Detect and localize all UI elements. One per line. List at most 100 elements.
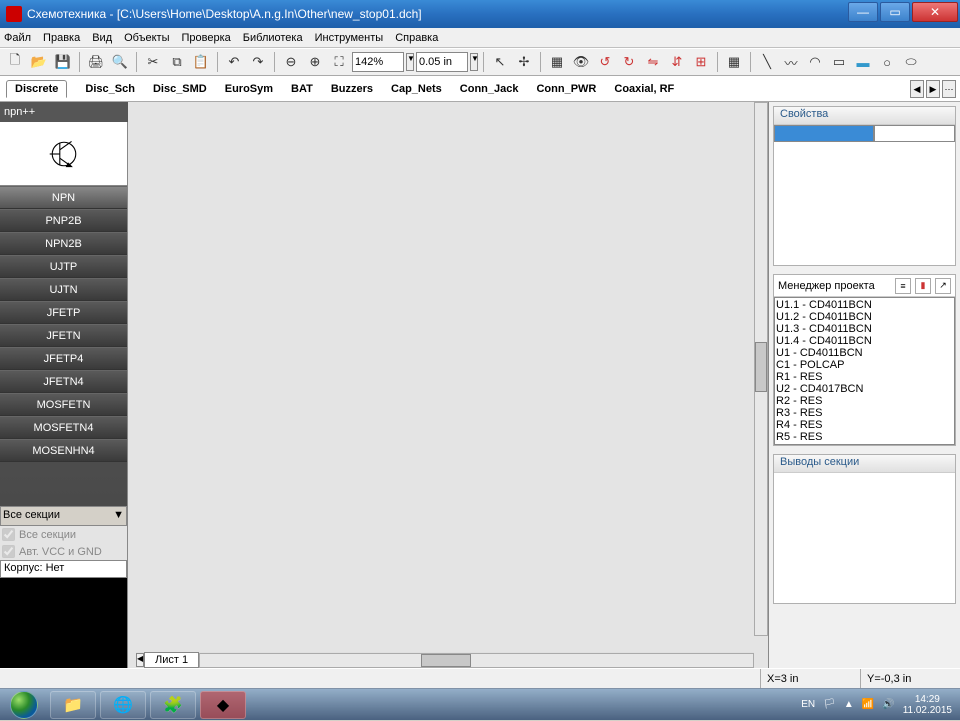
sections-select[interactable]: Все секции ▼ xyxy=(0,506,127,526)
tray-clock[interactable]: 14:2911.02.2015 xyxy=(903,694,952,716)
list-item[interactable]: U1.2 - CD4011BCN xyxy=(776,311,953,323)
tab-connjack[interactable]: Conn_Jack xyxy=(460,83,519,95)
rotate-right-icon[interactable]: ↻ xyxy=(618,51,640,73)
tray-arrow-icon[interactable]: ▲ xyxy=(844,699,854,710)
projmgr-icon-1[interactable]: ≡ xyxy=(895,278,911,294)
list-item[interactable]: UJTP xyxy=(0,255,127,278)
list-item[interactable]: JFETN4 xyxy=(0,370,127,393)
tab-capnets[interactable]: Cap_Nets xyxy=(391,83,442,95)
line-icon[interactable]: ╲ xyxy=(756,51,778,73)
menu-view[interactable]: Вид xyxy=(92,32,112,44)
pan-icon[interactable]: ✢ xyxy=(513,51,535,73)
tab-disc-sch[interactable]: Disc_Sch xyxy=(85,83,135,95)
cut-icon[interactable]: ✂ xyxy=(142,51,164,73)
list-item[interactable]: U2 - CD4017BCN xyxy=(776,383,953,395)
undo-icon[interactable]: ↶ xyxy=(223,51,245,73)
component-icon[interactable]: ▦ xyxy=(723,51,745,73)
ellipse-icon[interactable]: ⬭ xyxy=(900,51,922,73)
tab-discrete[interactable]: Discrete xyxy=(6,80,67,98)
menu-check[interactable]: Проверка xyxy=(182,32,231,44)
tray-volume-icon[interactable]: 🔊 xyxy=(882,699,894,710)
list-item[interactable]: R2 - RES xyxy=(776,395,953,407)
canvas-vscrollbar[interactable] xyxy=(754,102,768,636)
preview-icon[interactable]: 🔍 xyxy=(109,51,131,73)
open-icon[interactable]: 📂 xyxy=(28,51,50,73)
list-item[interactable]: U1.3 - CD4011BCN xyxy=(776,323,953,335)
component-list[interactable]: NPN PNP2B NPN2B UJTP UJTN JFETP JFETN JF… xyxy=(0,186,127,506)
close-button[interactable]: ✕ xyxy=(912,2,958,22)
taskbar-chrome-icon[interactable]: 🌐 xyxy=(100,691,146,719)
list-item[interactable]: MOSENHN4 xyxy=(0,439,127,462)
tabstrip-left-arrow[interactable]: ◀ xyxy=(910,80,924,98)
rotate-left-icon[interactable]: ↺ xyxy=(594,51,616,73)
menu-objects[interactable]: Объекты xyxy=(124,32,169,44)
print-icon[interactable]: 🖨 xyxy=(85,51,107,73)
save-icon[interactable]: 💾 xyxy=(52,51,74,73)
taskbar-app2-icon[interactable]: ◆ xyxy=(200,691,246,719)
zoom-out-icon[interactable]: ⊖ xyxy=(280,51,302,73)
menu-tools[interactable]: Инструменты xyxy=(315,32,384,44)
list-item[interactable]: R4 - RES xyxy=(776,419,953,431)
zoom-in-icon[interactable]: ⊕ xyxy=(304,51,326,73)
menu-file[interactable]: Файл xyxy=(4,32,31,44)
tray-lang[interactable]: EN xyxy=(801,699,815,710)
tray-flag-icon[interactable]: 🏳 xyxy=(823,699,836,710)
minimize-button[interactable]: — xyxy=(848,2,878,22)
paste-icon[interactable]: 📋 xyxy=(190,51,212,73)
chk-all-sections[interactable]: Все секции xyxy=(0,526,127,543)
tabstrip-list[interactable]: ⋯ xyxy=(942,80,956,98)
menu-edit[interactable]: Правка xyxy=(43,32,80,44)
grid-icon[interactable]: ▦ xyxy=(546,51,568,73)
find-icon[interactable]: 👁 xyxy=(570,51,592,73)
prop-value-cell[interactable] xyxy=(874,125,955,142)
grid-combo-arrow[interactable]: ▼ xyxy=(470,53,478,71)
canvas-hscrollbar[interactable] xyxy=(199,653,754,668)
list-item[interactable]: R1 - RES xyxy=(776,371,953,383)
list-item[interactable]: C1 - POLCAP xyxy=(776,359,953,371)
polyline-icon[interactable]: 〰 xyxy=(780,51,802,73)
tab-bat[interactable]: BAT xyxy=(291,83,313,95)
copy-icon[interactable]: ⧉ xyxy=(166,51,188,73)
project-list[interactable]: U1.1 - CD4011BCN U1.2 - CD4011BCN U1.3 -… xyxy=(774,297,955,445)
tab-coaxial[interactable]: Coaxial, RF xyxy=(614,83,674,95)
list-item[interactable]: JFETP4 xyxy=(0,347,127,370)
list-item[interactable]: R3 - RES xyxy=(776,407,953,419)
flip-v-icon[interactable]: ⇵ xyxy=(666,51,688,73)
zoom-combo-arrow[interactable]: ▼ xyxy=(406,53,414,71)
projmgr-icon-2[interactable]: ▮ xyxy=(915,278,931,294)
menu-library[interactable]: Библиотека xyxy=(243,32,303,44)
taskbar-explorer-icon[interactable]: 📁 xyxy=(50,691,96,719)
list-item[interactable]: MOSFETN4 xyxy=(0,416,127,439)
list-item[interactable]: UJTN xyxy=(0,278,127,301)
list-item[interactable]: PNP2B xyxy=(0,209,127,232)
projmgr-icon-3[interactable]: ↗ xyxy=(935,278,951,294)
start-button[interactable] xyxy=(0,689,48,721)
taskbar-app1-icon[interactable]: 🧩 xyxy=(150,691,196,719)
list-item[interactable]: U1.4 - CD4011BCN xyxy=(776,335,953,347)
list-item[interactable]: JFETP xyxy=(0,301,127,324)
tab-eurosym[interactable]: EuroSym xyxy=(225,83,273,95)
align-icon[interactable]: ⊞ xyxy=(690,51,712,73)
tab-connpwr[interactable]: Conn_PWR xyxy=(536,83,596,95)
list-item[interactable]: JFETN xyxy=(0,324,127,347)
chk-auto-vcc-gnd[interactable]: Авт. VCC и GND xyxy=(0,543,127,560)
list-item[interactable]: U1.1 - CD4011BCN xyxy=(776,299,953,311)
menu-help[interactable]: Справка xyxy=(395,32,438,44)
flip-h-icon[interactable]: ⇋ xyxy=(642,51,664,73)
list-item[interactable]: U1 - CD4011BCN xyxy=(776,347,953,359)
maximize-button[interactable]: ▭ xyxy=(880,2,910,22)
list-item[interactable]: NPN xyxy=(0,186,127,209)
list-item[interactable]: R5 - RES xyxy=(776,431,953,443)
tabstrip-right-arrow[interactable]: ▶ xyxy=(926,80,940,98)
list-item[interactable]: NPN2B xyxy=(0,232,127,255)
arc-icon[interactable]: ◠ xyxy=(804,51,826,73)
prop-name-cell[interactable] xyxy=(774,125,874,142)
tab-disc-smd[interactable]: Disc_SMD xyxy=(153,83,207,95)
redo-icon[interactable]: ↷ xyxy=(247,51,269,73)
circle-icon[interactable]: ○ xyxy=(876,51,898,73)
grid-combo[interactable] xyxy=(416,52,468,72)
tab-buzzers[interactable]: Buzzers xyxy=(331,83,373,95)
list-item[interactable]: MOSFETN xyxy=(0,393,127,416)
new-icon[interactable]: 🗋 xyxy=(4,51,26,73)
pointer-icon[interactable]: ↖ xyxy=(489,51,511,73)
